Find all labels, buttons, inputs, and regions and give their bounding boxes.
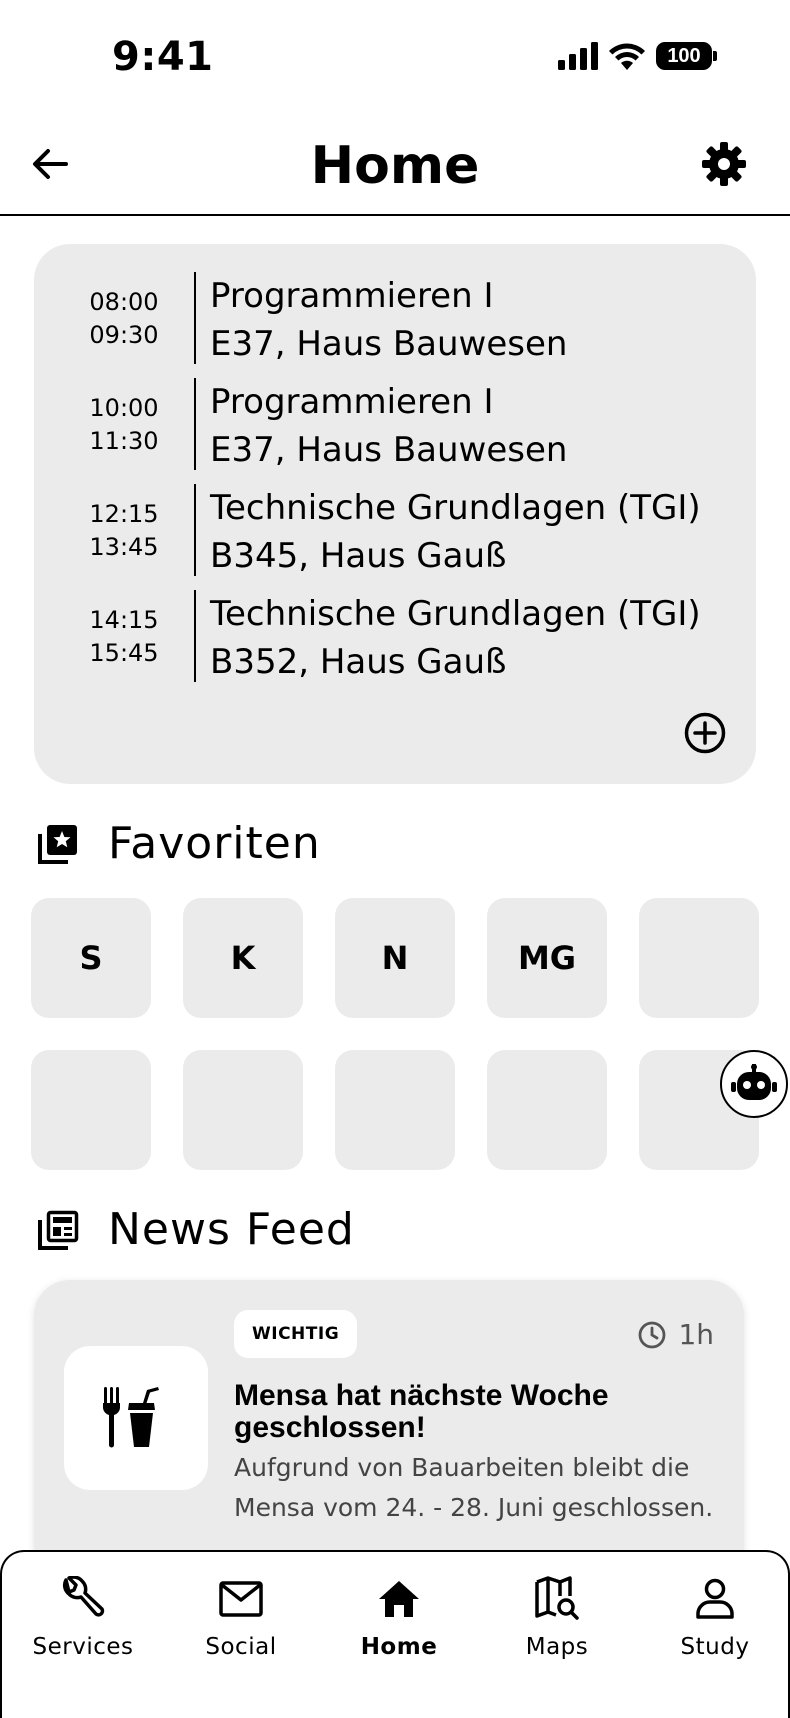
- lesson-room: B345, Haus Gauß: [210, 536, 507, 576]
- favorite-tile[interactable]: N: [335, 898, 455, 1018]
- status-icons: 100: [558, 42, 717, 70]
- nav-label: Services: [32, 1634, 134, 1660]
- lesson-divider: [194, 378, 196, 470]
- news-label: News Feed: [108, 1204, 355, 1255]
- favorite-tile-empty[interactable]: [183, 1050, 303, 1170]
- lesson-details: Technische Grundlagen (TGI) B345, Haus G…: [210, 484, 701, 580]
- schedule-card[interactable]: 08:00 09:30 Programmieren I E37, Haus Ba…: [34, 244, 756, 784]
- lesson-details: Technische Grundlagen (TGI) B352, Haus G…: [210, 590, 701, 686]
- newspaper-icon: [38, 1210, 79, 1250]
- favorite-tile[interactable]: MG: [487, 898, 607, 1018]
- lesson-times: 14:15 15:45: [64, 604, 184, 670]
- lesson-details: Programmieren I E37, Haus Bauwesen: [210, 272, 567, 368]
- lesson-start: 10:00: [89, 394, 159, 422]
- lesson-course: Programmieren I: [210, 276, 494, 316]
- chatbot-button[interactable]: [720, 1050, 788, 1118]
- favorite-tile[interactable]: S: [31, 898, 151, 1018]
- robot-icon: [731, 1064, 777, 1100]
- nav-item-services[interactable]: Services: [4, 1574, 162, 1660]
- lesson-divider: [194, 272, 196, 364]
- gear-icon: [702, 142, 746, 186]
- signal-icon: [558, 42, 598, 70]
- lesson-item[interactable]: 12:15 13:45 Technische Grundlagen (TGI) …: [34, 484, 756, 576]
- lesson-times: 08:00 09:30: [64, 286, 184, 352]
- lesson-room: B352, Haus Gauß: [210, 642, 507, 682]
- nav-label: Social: [205, 1634, 277, 1660]
- food-drink-icon: [102, 1387, 159, 1448]
- favorites-label: Favoriten: [108, 818, 321, 869]
- wrench-icon: [62, 1576, 105, 1617]
- lesson-end: 13:45: [89, 533, 159, 561]
- favorite-tile[interactable]: K: [183, 898, 303, 1018]
- lesson-item[interactable]: 08:00 09:30 Programmieren I E37, Haus Ba…: [34, 272, 756, 364]
- wifi-icon: [609, 43, 645, 70]
- lesson-details: Programmieren I E37, Haus Bauwesen: [210, 378, 567, 474]
- add-lesson-button[interactable]: [684, 712, 726, 754]
- lesson-end: 09:30: [89, 321, 159, 349]
- plus-circle-icon: [684, 712, 726, 754]
- nav-item-study[interactable]: Study: [636, 1574, 790, 1660]
- home-icon: [379, 1581, 419, 1617]
- lesson-room: E37, Haus Bauwesen: [210, 324, 568, 364]
- nav-item-social[interactable]: Social: [162, 1574, 320, 1660]
- favorite-tile-empty[interactable]: [639, 898, 759, 1018]
- lesson-item[interactable]: 10:00 11:30 Programmieren I E37, Haus Ba…: [34, 378, 756, 470]
- page-title: Home: [310, 136, 480, 196]
- lesson-item[interactable]: 14:15 15:45 Technische Grundlagen (TGI) …: [34, 590, 756, 682]
- lesson-course: Technische Grundlagen (TGI): [210, 488, 701, 528]
- lesson-times: 12:15 13:45: [64, 498, 184, 564]
- lesson-start: 08:00: [89, 288, 159, 316]
- star-collection-icon: [38, 824, 77, 864]
- bottom-nav: Services Social Home Maps Study: [0, 1550, 790, 1718]
- lesson-course: Technische Grundlagen (TGI): [210, 594, 701, 634]
- lesson-course: Programmieren I: [210, 382, 494, 422]
- news-thumbnail: [64, 1346, 208, 1490]
- lesson-times: 10:00 11:30: [64, 392, 184, 458]
- status-time: 9:41: [112, 34, 214, 80]
- favorite-tile-empty[interactable]: [335, 1050, 455, 1170]
- lesson-divider: [194, 590, 196, 682]
- battery-indicator: 100: [656, 42, 717, 70]
- favorites-heading: Favoriten: [36, 818, 321, 869]
- person-icon: [696, 1578, 734, 1619]
- favorite-tile-empty[interactable]: [31, 1050, 151, 1170]
- nav-label: Study: [680, 1634, 750, 1660]
- nav-item-maps[interactable]: Maps: [478, 1574, 636, 1660]
- news-title: Mensa hat nächste Woche geschlossen!: [234, 1379, 609, 1444]
- map-search-icon: [535, 1576, 579, 1620]
- favorites-grid: S K N MG: [31, 898, 761, 1170]
- mail-icon: [219, 1581, 263, 1617]
- settings-button[interactable]: [700, 140, 748, 188]
- news-timestamp: 1h: [638, 1318, 714, 1351]
- nav-item-home[interactable]: Home: [320, 1574, 478, 1660]
- header: Home: [0, 120, 790, 216]
- favorite-tile-empty[interactable]: [487, 1050, 607, 1170]
- status-bar: 9:41 100: [0, 0, 790, 110]
- lesson-room: E37, Haus Bauwesen: [210, 430, 568, 470]
- lesson-divider: [194, 484, 196, 576]
- news-card[interactable]: WICHTIG 1h Mensa hat nächste Woche gesch…: [34, 1280, 744, 1580]
- lesson-start: 14:15: [89, 606, 159, 634]
- news-heading: News Feed: [36, 1204, 355, 1255]
- nav-label: Maps: [525, 1634, 589, 1660]
- lesson-start: 12:15: [89, 500, 159, 528]
- lesson-end: 11:30: [89, 427, 159, 455]
- news-badge: WICHTIG: [234, 1310, 358, 1358]
- lesson-end: 15:45: [89, 639, 159, 667]
- news-body: Aufgrund von Bauarbeiten bleibt die Mens…: [234, 1453, 714, 1522]
- clock-icon: [639, 1321, 666, 1348]
- battery-level: 100: [667, 44, 701, 67]
- nav-label: Home: [360, 1634, 438, 1660]
- news-time-label: 1h: [678, 1318, 714, 1351]
